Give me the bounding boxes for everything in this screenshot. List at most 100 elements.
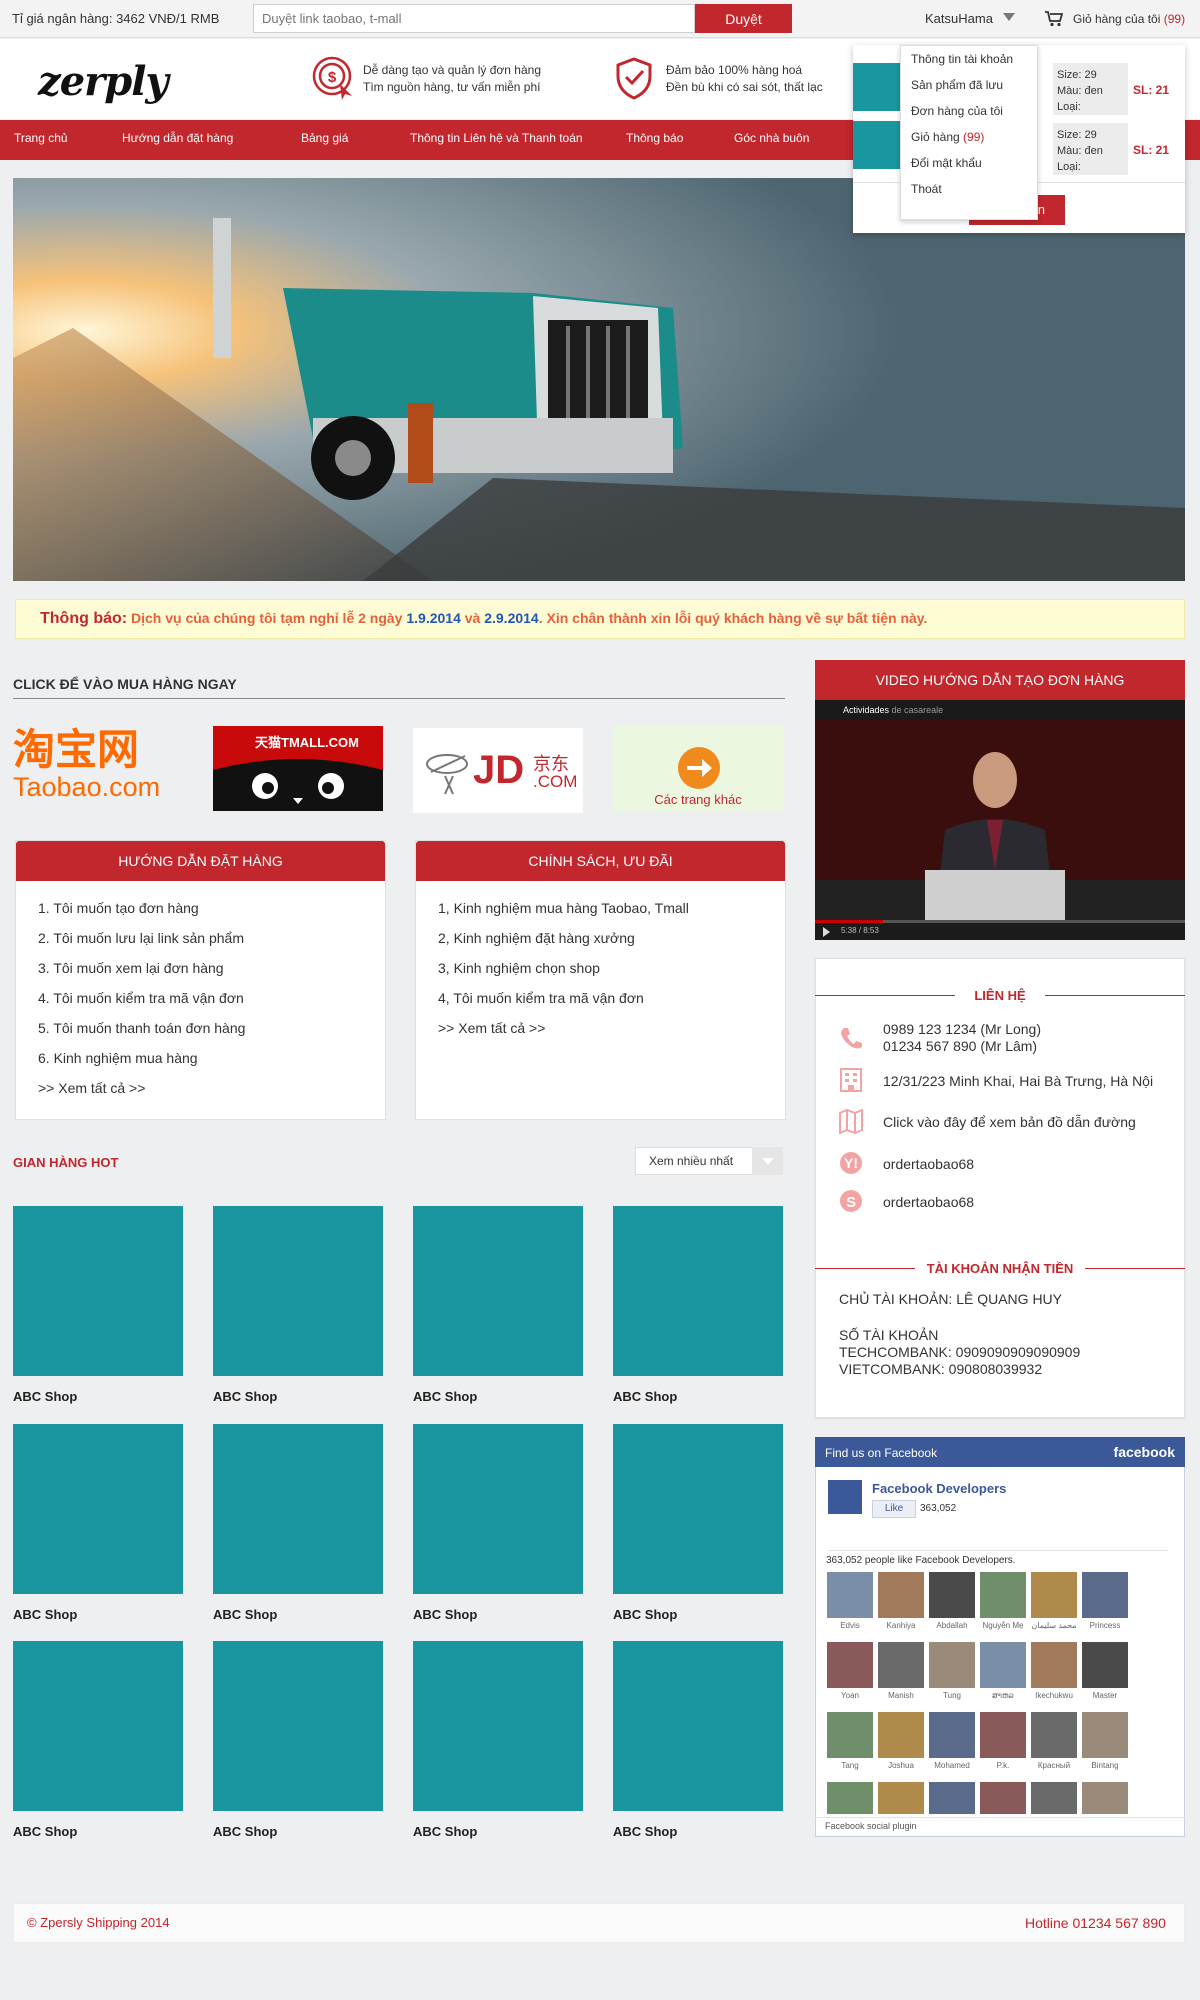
facebook-fan-name[interactable]: Bintang <box>1078 1761 1132 1770</box>
facebook-fan-name[interactable]: Princess <box>1078 1621 1132 1630</box>
shop-thumb[interactable] <box>13 1641 183 1811</box>
facebook-page-name[interactable]: Facebook Developers <box>872 1481 1006 1496</box>
facebook-fan-avatar[interactable] <box>878 1782 924 1814</box>
facebook-fan-avatar[interactable] <box>878 1712 924 1758</box>
facebook-fan-avatar[interactable] <box>827 1642 873 1688</box>
nav-home[interactable]: Trang chủ <box>14 131 68 145</box>
shop-thumb[interactable] <box>613 1641 783 1811</box>
guide-link[interactable]: 5. Tôi muốn thanh toán đơn hàng <box>38 1013 385 1043</box>
facebook-fan-avatar[interactable] <box>1031 1712 1077 1758</box>
facebook-fan-avatar[interactable] <box>827 1572 873 1618</box>
cart-icon[interactable] <box>1045 11 1063 27</box>
shop-name[interactable]: ABC Shop <box>613 1824 677 1839</box>
facebook-fan-avatar[interactable] <box>980 1572 1026 1618</box>
phone-1[interactable]: 0989 123 1234 (Mr Long) <box>883 1021 1041 1038</box>
policy-view-all-link[interactable]: >> Xem tất cả >> <box>438 1013 785 1043</box>
facebook-fan-avatar[interactable] <box>878 1572 924 1618</box>
facebook-fan-avatar[interactable] <box>827 1782 873 1814</box>
shop-name[interactable]: ABC Shop <box>213 1824 277 1839</box>
facebook-fan-avatar[interactable] <box>1082 1712 1128 1758</box>
facebook-fan-name[interactable]: Ikechukwu <box>1027 1691 1081 1700</box>
shop-name[interactable]: ABC Shop <box>213 1607 277 1622</box>
menu-logout[interactable]: Thoát <box>901 176 1037 202</box>
shop-name[interactable]: ABC Shop <box>613 1607 677 1622</box>
facebook-page-avatar[interactable] <box>828 1480 862 1514</box>
facebook-fan-name[interactable]: Edvis <box>823 1621 877 1630</box>
policy-link[interactable]: 2, Kinh nghiệm đặt hàng xưởng <box>438 923 785 953</box>
shop-thumb[interactable] <box>413 1641 583 1811</box>
logo[interactable]: zerply <box>38 58 169 105</box>
username[interactable]: KatsuHama <box>925 11 993 26</box>
jd-logo[interactable]: JD 京东 .COM <box>413 728 583 813</box>
facebook-fan-avatar[interactable] <box>827 1712 873 1758</box>
policy-link[interactable]: 1, Kinh nghiệm mua hàng Taobao, Tmall <box>438 893 785 923</box>
nav-price-list[interactable]: Bảng giá <box>301 131 348 145</box>
facebook-fan-name[interactable]: Tang <box>823 1761 877 1770</box>
facebook-fan-name[interactable]: Tung <box>925 1691 979 1700</box>
facebook-fan-name[interactable]: Manish <box>874 1691 928 1700</box>
tmall-logo[interactable]: 天猫TMALL.COM <box>213 726 383 811</box>
video-player[interactable]: Actividades de casareale 5:38 / 8:53 <box>815 700 1185 940</box>
menu-cart[interactable]: Giỏ hàng (99) <box>901 124 1037 150</box>
shop-name[interactable]: ABC Shop <box>13 1607 77 1622</box>
facebook-fan-avatar[interactable] <box>1082 1782 1128 1814</box>
shop-thumb[interactable] <box>613 1424 783 1594</box>
facebook-like-button[interactable]: Like <box>872 1500 916 1518</box>
facebook-fan-avatar[interactable] <box>929 1572 975 1618</box>
facebook-fan-avatar[interactable] <box>980 1782 1026 1814</box>
policy-link[interactable]: 3, Kinh nghiệm chọn shop <box>438 953 785 983</box>
guide-link[interactable]: 6. Kinh nghiệm mua hàng <box>38 1043 385 1073</box>
guide-view-all-link[interactable]: >> Xem tất cả >> <box>38 1073 385 1103</box>
menu-account-info[interactable]: Thông tin tài khoản <box>901 46 1037 72</box>
shop-name[interactable]: ABC Shop <box>613 1389 677 1404</box>
facebook-fan-avatar[interactable] <box>1031 1782 1077 1814</box>
other-sites[interactable]: Các trang khác <box>613 726 783 811</box>
facebook-fan-name[interactable]: Красный <box>1027 1761 1081 1770</box>
facebook-fan-avatar[interactable] <box>980 1642 1026 1688</box>
shop-thumb[interactable] <box>13 1424 183 1594</box>
facebook-fan-avatar[interactable] <box>1082 1642 1128 1688</box>
nav-order-guide[interactable]: Hướng dẫn đặt hàng <box>122 131 233 145</box>
facebook-fan-avatar[interactable] <box>929 1712 975 1758</box>
facebook-fan-avatar[interactable] <box>878 1642 924 1688</box>
cart-link[interactable]: Giỏ hàng của tôi (99) <box>1073 12 1185 26</box>
shop-thumb[interactable] <box>13 1206 183 1376</box>
shop-name[interactable]: ABC Shop <box>13 1824 77 1839</box>
shop-thumb[interactable] <box>213 1641 383 1811</box>
chevron-down-icon[interactable] <box>752 1147 783 1175</box>
facebook-fan-avatar[interactable] <box>1031 1642 1077 1688</box>
menu-change-password[interactable]: Đổi mật khẩu <box>901 150 1037 176</box>
shop-thumb[interactable] <box>413 1424 583 1594</box>
taobao-logo[interactable]: 淘宝网 Taobao.com <box>13 728 183 813</box>
shop-name[interactable]: ABC Shop <box>413 1607 477 1622</box>
shop-name[interactable]: ABC Shop <box>213 1389 277 1404</box>
contact-skype[interactable]: ordertaobao68 <box>883 1194 974 1211</box>
nav-contact-payment[interactable]: Thông tin Liên hệ và Thanh toán <box>410 131 583 145</box>
guide-link[interactable]: 2. Tôi muốn lưu lại link sản phẩm <box>38 923 385 953</box>
caret-down-icon[interactable] <box>1003 13 1015 21</box>
contact-map-link[interactable]: Click vào đây để xem bản đồ dẫn đường <box>883 1114 1136 1131</box>
menu-my-orders[interactable]: Đơn hàng của tôi <box>901 98 1037 124</box>
shop-name[interactable]: ABC Shop <box>413 1389 477 1404</box>
play-icon[interactable] <box>823 927 830 937</box>
facebook-fan-name[interactable]: Yoan <box>823 1691 877 1700</box>
nav-announcements[interactable]: Thông báo <box>626 131 683 145</box>
policy-link[interactable]: 4, Tôi muốn kiểm tra mã vận đơn <box>438 983 785 1013</box>
facebook-fan-avatar[interactable] <box>1082 1572 1128 1618</box>
shop-name[interactable]: ABC Shop <box>13 1389 77 1404</box>
guide-link[interactable]: 3. Tôi muốn xem lại đơn hàng <box>38 953 385 983</box>
facebook-fan-name[interactable]: ສາຫລ <box>976 1691 1030 1700</box>
shop-thumb[interactable] <box>613 1206 783 1376</box>
shop-thumb[interactable] <box>213 1206 383 1376</box>
facebook-fan-name[interactable]: Mohamed <box>925 1761 979 1770</box>
facebook-fan-name[interactable]: Nguyễn Mẹ <box>976 1621 1030 1630</box>
contact-yahoo[interactable]: ordertaobao68 <box>883 1156 974 1173</box>
facebook-fan-avatar[interactable] <box>980 1712 1026 1758</box>
shop-name[interactable]: ABC Shop <box>413 1824 477 1839</box>
facebook-fan-name[interactable]: Joshua <box>874 1761 928 1770</box>
facebook-fan-avatar[interactable] <box>929 1642 975 1688</box>
guide-link[interactable]: 4. Tôi muốn kiểm tra mã vận đơn <box>38 983 385 1013</box>
facebook-fan-name[interactable]: Kanhiya <box>874 1621 928 1630</box>
shop-thumb[interactable] <box>413 1206 583 1376</box>
search-input[interactable] <box>253 4 695 33</box>
